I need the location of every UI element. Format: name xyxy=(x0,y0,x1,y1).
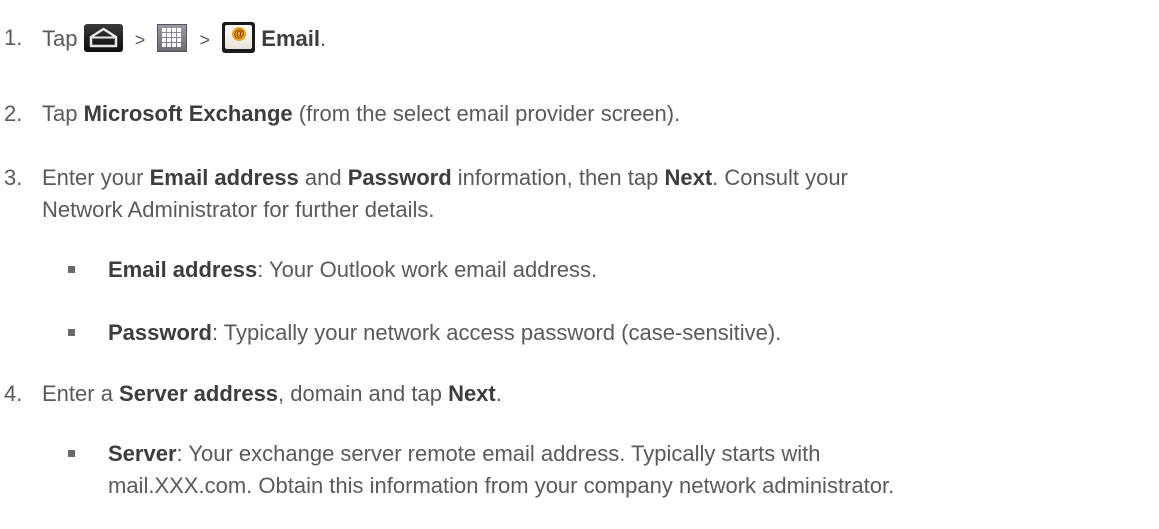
text-segment: , domain and tap xyxy=(278,381,449,406)
step-number: 1. xyxy=(4,25,23,50)
step-number: 3. xyxy=(4,165,23,190)
text-segment: . Consult your xyxy=(712,165,848,190)
separator: > xyxy=(134,30,146,50)
email-address-label: Email address xyxy=(149,165,299,190)
microsoft-exchange-label: Microsoft Exchange xyxy=(83,101,293,126)
step-text: Tap > > @ Email. xyxy=(42,22,1149,56)
text-segment: Tap xyxy=(42,101,84,126)
bullet-description: : Your Outlook work email address. xyxy=(257,257,598,282)
bullet-text: Server: Your exchange server remote emai… xyxy=(108,438,1153,502)
server-address-label: Server address xyxy=(119,381,279,406)
bullet-text: Email address: Your Outlook work email a… xyxy=(108,254,1153,286)
step-number: 4. xyxy=(4,381,23,406)
bullet-description: : Typically your network access password… xyxy=(211,320,782,345)
step-text: Enter your Email address and Password in… xyxy=(42,162,1149,226)
step-text: Tap Microsoft Exchange (from the select … xyxy=(42,98,1149,130)
envelope-icon: @ xyxy=(225,25,253,49)
text-segment: (from the select email provider screen). xyxy=(292,101,681,126)
separator: > xyxy=(199,30,211,50)
bullet-marker xyxy=(68,329,75,336)
bullet-marker xyxy=(68,450,75,457)
bullet-term: Password xyxy=(108,320,212,345)
bullet-text: Password: Typically your network access … xyxy=(108,317,1153,349)
step-text: Enter a Server address, domain and tap N… xyxy=(42,378,1149,410)
email-icon: @ xyxy=(222,22,256,53)
text-segment: Enter a xyxy=(42,381,120,406)
home-icon xyxy=(83,24,123,52)
next-label: Next xyxy=(664,165,713,190)
apps-icon xyxy=(157,24,188,52)
bullet-term: Server xyxy=(108,441,177,466)
period: . xyxy=(319,26,327,51)
text-segment: and xyxy=(298,165,348,190)
at-sign-icon: @ xyxy=(232,27,247,41)
bullet-term: Email address xyxy=(108,257,258,282)
password-label: Password xyxy=(347,165,452,190)
text-segment: information, then tap xyxy=(451,165,665,190)
tap-text: Tap xyxy=(42,26,78,51)
bullet-description: : Your exchange server remote email addr… xyxy=(176,441,821,466)
text-segment: Enter your xyxy=(42,165,150,190)
bullet-marker xyxy=(68,266,75,273)
email-label: Email xyxy=(261,26,320,51)
next-label: Next xyxy=(448,381,496,406)
text-segment: Network Administrator for further detail… xyxy=(42,197,435,222)
text-segment: . xyxy=(495,381,502,406)
bullet-description: mail.XXX.com. Obtain this information fr… xyxy=(108,473,895,498)
step-number: 2. xyxy=(4,101,23,126)
